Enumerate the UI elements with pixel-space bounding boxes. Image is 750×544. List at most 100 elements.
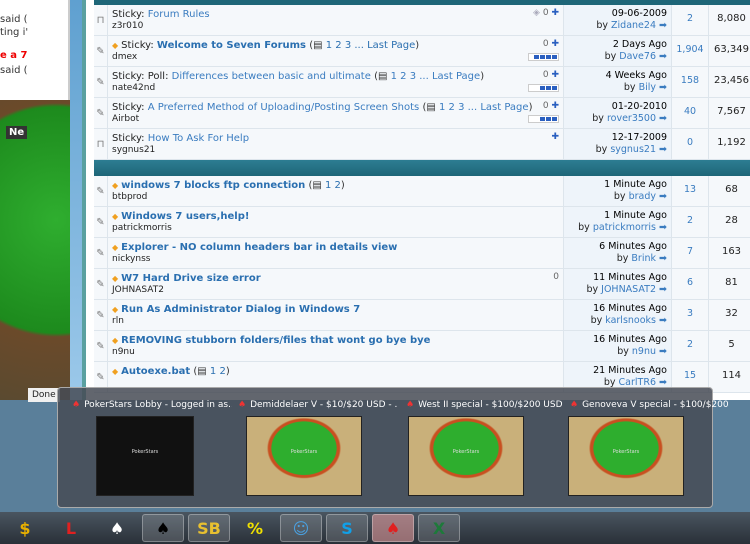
last-poster-link[interactable]: sygnus21 (610, 144, 656, 155)
replies-count[interactable]: 6 (672, 269, 709, 299)
go-to-last-post-icon[interactable]: ➡ (659, 144, 667, 155)
thread-rating (528, 84, 559, 92)
thread-row: ✎ ◆ REMOVING stubborn folders/files that … (94, 331, 750, 362)
preview-thumbnail[interactable]: PokerStars (408, 416, 524, 496)
taskbar-red-l-app-button[interactable]: L (50, 514, 92, 542)
thread-title-link[interactable]: Explorer - NO column headers bar in deta… (121, 242, 397, 253)
multipage-icon: ▤ (426, 102, 436, 113)
replies-count[interactable]: 2 (672, 5, 709, 35)
thread-title-link[interactable]: REMOVING stubborn folders/files that won… (121, 335, 430, 346)
thread-title-link[interactable]: Autoexe.bat (121, 366, 190, 377)
go-to-last-post-icon[interactable]: ➡ (659, 191, 667, 202)
go-to-last-post-icon[interactable]: ➡ (659, 346, 667, 357)
go-to-last-post-icon[interactable]: ➡ (659, 113, 667, 124)
taskbar-preview-popup: ♠ PokerStars Lobby - Logged in as... Poke… (57, 387, 730, 508)
go-to-last-post-icon[interactable]: ➡ (659, 51, 667, 62)
replies-count[interactable]: 1,904 (672, 36, 709, 66)
window-preview[interactable]: ♠ Genoveva V special - $100/$200 ... (570, 388, 730, 410)
thread-author[interactable]: n9nu (112, 347, 559, 357)
go-to-last-post-icon[interactable]: ➡ (659, 82, 667, 93)
window-preview[interactable]: ♠ PokerStars Lobby - Logged in as... (72, 388, 232, 410)
thread-status-icon: ✎ (94, 300, 108, 330)
skype-app-icon: S (341, 518, 353, 538)
last-poster-link[interactable]: karlsnooks (605, 315, 656, 326)
preview-thumbnail[interactable]: PokerStars (568, 416, 684, 496)
last-post-time: 1 Minute Ago (604, 179, 667, 190)
paperclip-icon: 0 (553, 272, 559, 282)
last-poster-link[interactable]: brady (629, 191, 656, 202)
thread-author[interactable]: JOHNASAT2 (112, 285, 559, 295)
thread-author[interactable]: z3r010 (112, 21, 559, 31)
last-poster-link[interactable]: JOHNASAT2 (601, 284, 656, 295)
last-poster-link[interactable]: n9nu (632, 346, 656, 357)
views-count: 163 (721, 246, 742, 257)
thread-status-icon: ✎ (94, 238, 108, 268)
by-label: by (586, 284, 599, 295)
thread-title-link[interactable]: Welcome to Seven Forums (157, 40, 306, 51)
last-post-time: 12-17-2009 (611, 132, 667, 143)
go-to-last-post-icon[interactable]: ➡ (659, 253, 667, 264)
thread-title-link[interactable]: How To Ask For Help (148, 133, 249, 144)
replies-count[interactable]: 158 (672, 67, 709, 97)
taskbar-chip-app-button[interactable]: $ (4, 514, 46, 542)
thread-author[interactable]: Airbot (112, 114, 559, 124)
thread-author[interactable]: sygnus21 (112, 145, 559, 155)
page-link[interactable]: 1 2 (210, 366, 226, 377)
page-link[interactable]: 1 2 3 ... Last Page (326, 40, 416, 51)
lock-icon: ⊓ (94, 129, 108, 159)
taskbar-percent-app-button[interactable]: % (234, 514, 276, 542)
multipage-icon: ▤ (197, 366, 207, 377)
go-to-last-post-icon[interactable]: ➡ (659, 20, 667, 31)
page-link[interactable]: 1 2 3 ... Last Page (439, 102, 529, 113)
section-separator (94, 160, 750, 176)
thread-author[interactable]: dmex (112, 52, 559, 62)
taskbar-excel-app-button[interactable]: X (418, 514, 460, 542)
last-poster-link[interactable]: Zidane24 (611, 20, 656, 31)
thread-title-link[interactable]: Forum Rules (148, 9, 210, 20)
replies-count[interactable]: 2 (672, 207, 709, 237)
last-poster-link[interactable]: Brink (631, 253, 656, 264)
pokerstars-app-icon: ♠ (385, 518, 401, 538)
last-poster-link[interactable]: rover3500 (607, 113, 656, 124)
taskbar-messenger-app-button[interactable]: ☺ (280, 514, 322, 542)
thread-title-link[interactable]: Differences between basic and ultimate (172, 71, 371, 82)
go-to-last-post-icon[interactable]: ➡ (659, 284, 667, 295)
lock-icon: ⊓ (94, 5, 108, 35)
go-to-last-post-icon[interactable]: ➡ (659, 222, 667, 233)
replies-count[interactable]: 3 (672, 300, 709, 330)
window-preview[interactable]: ♠ West II special - $100/$200 USD ... (406, 388, 566, 410)
last-poster-link[interactable]: Bily (639, 82, 656, 93)
replies-count[interactable]: 2 (672, 331, 709, 361)
taskbar-spade-green-app-button[interactable]: ♠ (96, 514, 138, 542)
taskbar-sb-app-button[interactable]: SB (188, 514, 230, 542)
replies-count[interactable]: 0 (672, 129, 709, 159)
by-label: by (590, 315, 603, 326)
thread-author[interactable]: rln (112, 316, 559, 326)
taskbar-pokerstars-app-button[interactable]: ♠ (372, 514, 414, 542)
thread-author[interactable]: patrickmorris (112, 223, 559, 233)
views-count: 23,456 (714, 75, 749, 86)
last-poster-link[interactable]: patrickmorris (593, 222, 656, 233)
page-links: (▤ 1 2 3 ... Last Page) (309, 40, 420, 51)
replies-count[interactable]: 7 (672, 238, 709, 268)
thread-title-link[interactable]: windows 7 blocks ftp connection (121, 180, 305, 191)
last-poster-link[interactable]: Dave76 (619, 51, 656, 62)
thread-author[interactable]: btbprod (112, 192, 559, 202)
thread-author[interactable]: nate42nd (112, 83, 559, 93)
thread-author[interactable]: nickynss (112, 254, 559, 264)
window-preview[interactable]: ♠ Demiddelaer V - $10/$20 USD - ... (238, 388, 398, 410)
thread-title-link[interactable]: W7 Hard Drive size error (121, 273, 261, 284)
preview-thumbnail[interactable]: PokerStars (246, 416, 362, 496)
taskbar-skype-app-button[interactable]: S (326, 514, 368, 542)
go-to-last-post-icon[interactable]: ➡ (659, 315, 667, 326)
taskbar-spade-card-app-button[interactable]: ♠ (142, 514, 184, 542)
thread-title-link[interactable]: A Preferred Method of Uploading/Posting … (148, 102, 420, 113)
preview-thumbnail[interactable]: PokerStars (96, 416, 194, 496)
thread-title-link[interactable]: Windows 7 users,help! (121, 211, 249, 222)
thread-title-link[interactable]: Run As Administrator Dialog in Windows 7 (121, 304, 360, 315)
replies-count[interactable]: 40 (672, 98, 709, 128)
replies-count[interactable]: 13 (672, 176, 709, 206)
page-link[interactable]: 1 2 (325, 180, 341, 191)
thread-row: ✎ Sticky: A Preferred Method of Uploadin… (94, 98, 750, 129)
page-link[interactable]: 1 2 3 ... Last Page (391, 71, 481, 82)
